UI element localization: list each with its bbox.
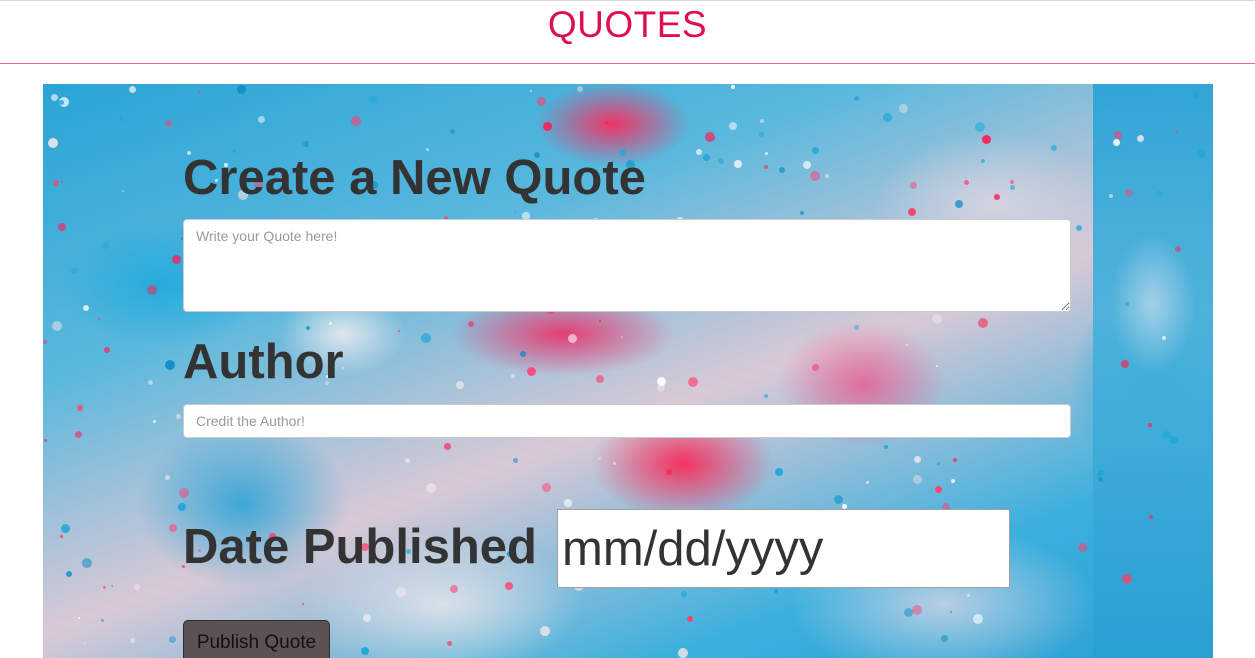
author-heading: Author — [183, 335, 344, 389]
background-image — [1093, 84, 1213, 658]
author-input[interactable] — [183, 404, 1071, 438]
date-placeholder: mm/dd/yyyy — [562, 521, 824, 576]
create-quote-heading: Create a New Quote — [183, 151, 646, 205]
quote-textarea[interactable] — [183, 219, 1071, 312]
date-input[interactable]: mm/dd/yyyy — [557, 509, 1010, 588]
quote-form-section: Create a New Quote Author Date Published… — [43, 84, 1213, 658]
site-header: QUOTES — [0, 1, 1255, 64]
site-title: QUOTES — [547, 4, 708, 45]
publish-quote-button[interactable]: Publish Quote — [183, 620, 330, 658]
date-published-heading: Date Published — [183, 520, 537, 574]
